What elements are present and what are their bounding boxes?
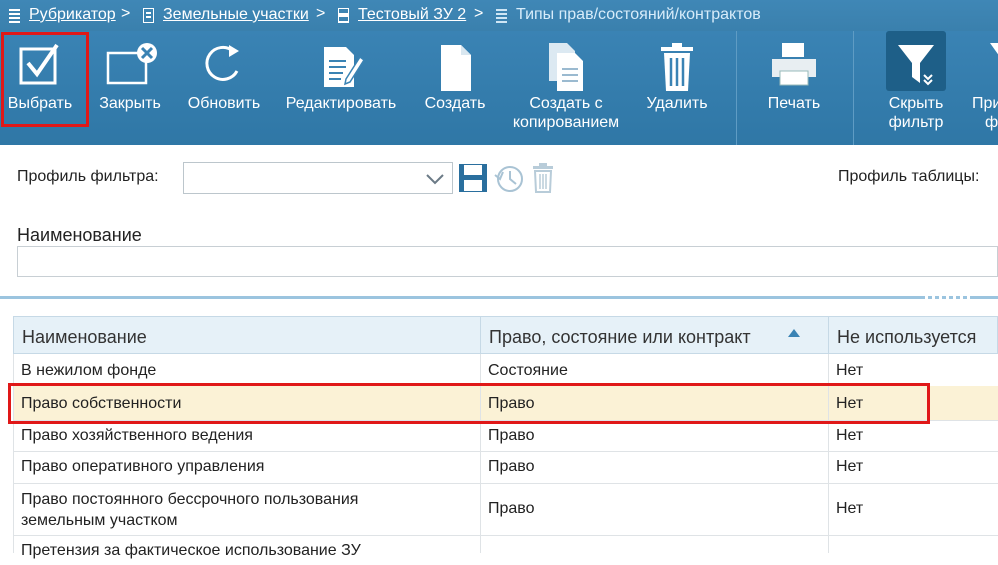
select-button-highlight <box>1 32 89 127</box>
splitter-grip-icon <box>925 296 973 299</box>
print-label: Печать <box>767 95 821 112</box>
cell-unused: Нет <box>836 500 864 517</box>
refresh-icon <box>205 45 239 81</box>
cell-unused: Нет <box>836 427 864 444</box>
cell-name-line2: земельным участком <box>21 512 178 529</box>
cell-name: Право хозяйственного ведения <box>21 427 253 444</box>
table-row[interactable]: Претензия за фактическое использование З… <box>13 535 998 565</box>
filter-icon <box>898 45 934 86</box>
create-copy-label-line2: копированием <box>512 114 620 131</box>
cell-type: Право <box>488 458 535 475</box>
edit-button[interactable]: Редактировать <box>280 31 402 145</box>
list-icon <box>9 9 20 23</box>
cell-name: Право постоянного бессрочного пользовани… <box>13 489 480 531</box>
save-icon[interactable] <box>458 163 488 193</box>
breadcrumb-separator: > <box>474 5 484 22</box>
cell-unused: Нет <box>836 458 864 475</box>
print-button[interactable]: Печать <box>752 31 836 145</box>
column-header-type-label: Право, состояние или контракт <box>489 327 751 347</box>
breadcrumb-separator: > <box>121 5 131 22</box>
cell-type: Состояние <box>488 362 568 379</box>
toolbar: Выбрать Закрыть Обновить Редактировать С… <box>0 31 998 145</box>
cell-name: Право оперативного управления <box>21 458 265 475</box>
close-label: Закрыть <box>99 95 161 112</box>
apply-filter-label-line2: ф <box>985 114 998 131</box>
apply-filter-button[interactable]: При ф <box>966 31 998 145</box>
filter-profile-label: Профиль фильтра: <box>17 168 159 185</box>
printer-icon <box>772 43 816 86</box>
list-icon <box>496 9 507 23</box>
breadcrumb-separator: > <box>316 5 326 22</box>
breadcrumb-item-land-plots[interactable]: Земельные участки <box>163 6 309 24</box>
selected-row-highlight <box>8 383 930 424</box>
column-header-name[interactable]: Наименование <box>13 316 481 354</box>
edit-label: Редактировать <box>285 95 397 112</box>
trash-icon <box>661 43 693 91</box>
apply-filter-label: При ф <box>972 94 998 132</box>
column-header-unused-label: Не используется <box>837 327 977 347</box>
hide-filter-button[interactable]: Скрыть фильтр <box>872 31 960 145</box>
column-header-type[interactable]: Право, состояние или контракт <box>480 316 829 354</box>
filter-profile-select[interactable] <box>183 162 453 194</box>
table-icon <box>338 8 349 23</box>
create-button[interactable]: Создать <box>418 31 492 145</box>
create-copy-label: Создать с копированием <box>506 94 626 132</box>
edit-document-icon <box>324 47 366 87</box>
create-label: Создать <box>424 95 486 112</box>
chevron-down-icon <box>426 174 444 185</box>
create-copy-button[interactable]: Создать с копированием <box>506 31 626 145</box>
close-button[interactable]: Закрыть <box>90 31 170 145</box>
sort-ascending-icon <box>788 329 800 337</box>
delete-profile-icon[interactable] <box>531 163 555 193</box>
toolbar-divider <box>853 31 854 145</box>
table-row[interactable]: Право оперативного управления Право Нет <box>13 451 998 484</box>
table-row[interactable]: Право хозяйственного ведения Право Нет <box>13 420 998 452</box>
delete-label: Удалить <box>646 95 708 112</box>
apply-filter-label-line1: При <box>972 95 998 112</box>
filter-icon <box>990 43 998 55</box>
cell-type: Право <box>488 500 535 517</box>
delete-button[interactable]: Удалить <box>640 31 714 145</box>
breadcrumb: Рубрикатор > Земельные участки > Тестовы… <box>0 0 998 31</box>
copy-document-icon <box>549 43 583 91</box>
cell-type: Право <box>488 427 535 444</box>
new-document-icon <box>441 45 471 91</box>
name-filter-input[interactable] <box>17 246 998 277</box>
panel-splitter[interactable] <box>0 296 998 299</box>
hide-filter-label: Скрыть фильтр <box>872 94 960 132</box>
refresh-label: Обновить <box>187 95 261 112</box>
hide-filter-label-line1: Скрыть <box>888 95 944 112</box>
create-copy-label-line1: Создать с <box>529 95 603 112</box>
window-close-icon <box>106 43 157 85</box>
breadcrumb-item-rubricator[interactable]: Рубрикатор <box>29 6 116 24</box>
name-filter-label: Наименование <box>17 225 142 245</box>
hide-filter-label-line2: фильтр <box>888 114 944 131</box>
table-row[interactable]: Право постоянного бессрочного пользовани… <box>13 483 998 536</box>
cell-unused: Нет <box>836 362 864 379</box>
cell-name-line1: Право постоянного бессрочного пользовани… <box>21 491 359 508</box>
toolbar-divider <box>736 31 737 145</box>
cell-name: В нежилом фонде <box>21 362 157 379</box>
column-header-unused[interactable]: Не используется <box>828 316 998 354</box>
cell-name: Претензия за фактическое использование З… <box>21 542 361 559</box>
breadcrumb-item-test-plot[interactable]: Тестовый ЗУ 2 <box>358 6 466 24</box>
table-profile-label: Профиль таблицы: <box>838 168 980 185</box>
breadcrumb-current: Типы прав/состояний/контрактов <box>516 6 761 23</box>
refresh-button[interactable]: Обновить <box>182 31 266 145</box>
list-icon <box>143 8 154 23</box>
history-clock-icon[interactable] <box>493 163 525 195</box>
column-header-name-label: Наименование <box>22 327 147 347</box>
